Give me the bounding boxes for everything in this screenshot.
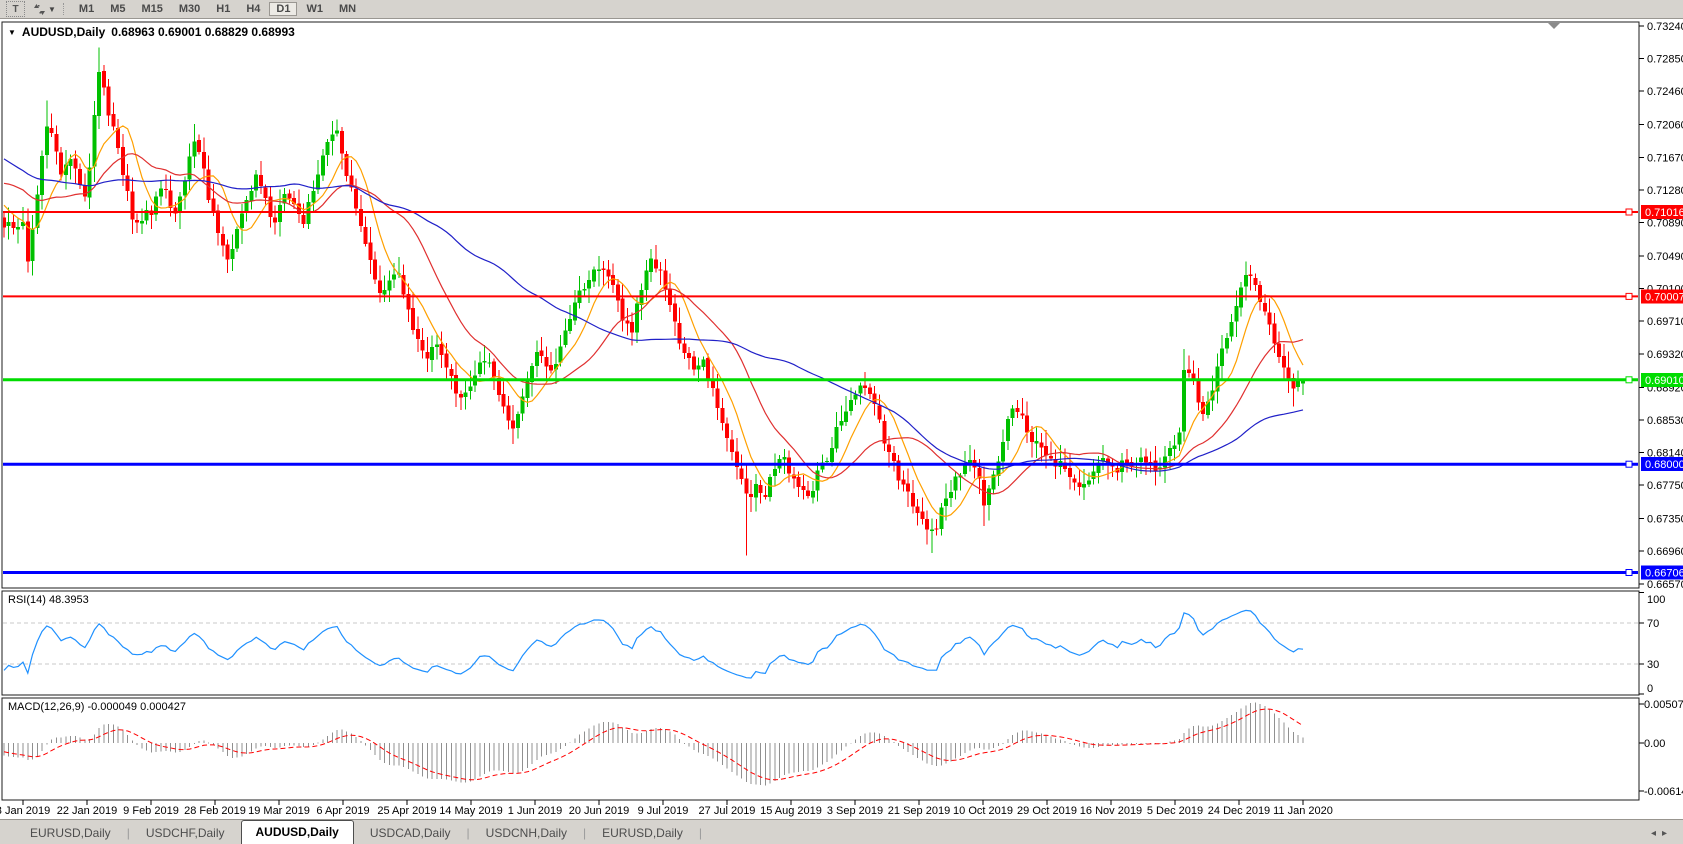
toolbar-grip — [63, 3, 64, 15]
rsi-tick-label: 30 — [1647, 659, 1659, 671]
symbol-tab-bar: EURUSD,Daily | USDCHF,Daily AUDUSD,Daily… — [0, 819, 1683, 844]
chevron-down-icon[interactable]: ▼ — [48, 5, 56, 14]
date-tick-label: 28 Feb 2019 — [184, 805, 246, 817]
hline-price-tag: 0.69010 — [1645, 375, 1683, 387]
macd-tick-label: -0.006148 — [1644, 786, 1683, 798]
symbol-dropdown-icon[interactable]: ▼ — [8, 28, 16, 37]
date-tick-label: 14 May 2019 — [439, 805, 503, 817]
rsi-tick-label: 70 — [1647, 618, 1659, 630]
date-tick-label: 16 Nov 2019 — [1080, 805, 1142, 817]
tab-scroll-left-icon: ◂ — [1651, 828, 1662, 839]
price-axis: 0.73240 0.72850 0.72460 0.72060 0.71670 0.712… — [1639, 21, 1683, 798]
tab-eurusd-1[interactable]: EURUSD,Daily — [14, 822, 127, 844]
tab-usdchf[interactable]: USDCHF,Daily — [130, 822, 241, 844]
main-chart-pane[interactable] — [2, 22, 1639, 588]
timeframe-m30-button[interactable]: M30 — [172, 2, 207, 16]
date-tick-label: 24 Dec 2019 — [1208, 805, 1270, 817]
tab-usdcnh[interactable]: USDCNH,Daily — [470, 822, 583, 844]
price-tick-label: 0.70490 — [1647, 251, 1683, 263]
date-tick-label: 1 Jun 2019 — [508, 805, 562, 817]
hline-handle[interactable] — [1626, 461, 1632, 467]
tab-eurusd-2[interactable]: EURUSD,Daily — [586, 822, 699, 844]
date-tick-label: 27 Jul 2019 — [699, 805, 756, 817]
hline-handle[interactable] — [1626, 570, 1632, 576]
date-tick-label: 5 Dec 2019 — [1147, 805, 1203, 817]
hline-handle[interactable] — [1626, 377, 1632, 383]
price-tick-label: 0.67350 — [1647, 514, 1683, 526]
rsi-tick-label: 0 — [1647, 683, 1653, 695]
price-tick-label: 0.70890 — [1647, 218, 1683, 230]
price-tick-label: 0.69320 — [1647, 349, 1683, 361]
hline-handle[interactable] — [1626, 293, 1632, 299]
date-tick-label: 9 Feb 2019 — [123, 805, 179, 817]
rsi-indicator-label: RSI(14) 48.3953 — [8, 594, 89, 606]
date-tick-label: 20 Jun 2019 — [569, 805, 630, 817]
timeframe-d1-button[interactable]: D1 — [269, 2, 297, 16]
hline-price-tag: 0.71016 — [1645, 207, 1683, 219]
price-tick-label: 0.71670 — [1647, 152, 1683, 164]
date-tick-label: 11 Jan 2020 — [1273, 805, 1333, 817]
date-tick-label: 21 Sep 2019 — [888, 805, 950, 817]
tab-separator: | — [699, 826, 702, 844]
hline-price-tag: 0.66706 — [1645, 567, 1683, 579]
mt4-window: { "toolbar": { "text_tool": "T", "timefr… — [0, 0, 1683, 844]
macd-tick-label: 0.00 — [1644, 738, 1665, 750]
price-tick-label: 0.66570 — [1647, 579, 1683, 591]
macd-indicator-label: MACD(12,26,9) -0.000049 0.000427 — [8, 701, 186, 713]
date-tick-label: 29 Oct 2019 — [1017, 805, 1077, 817]
macd-tick-label: 0.005076 — [1644, 699, 1683, 711]
top-toolbar: T ▼ M1 M5 M15 M30 H1 H4 D1 W1 MN — [0, 0, 1683, 19]
date-tick-label: 22 Jan 2019 — [57, 805, 118, 817]
symbol-label: AUDUSD,Daily — [22, 25, 105, 39]
chart-title: ▼ AUDUSD,Daily 0.68963 0.69001 0.68829 0… — [8, 25, 295, 39]
price-tick-label: 0.66960 — [1647, 546, 1683, 558]
date-tick-label: 25 Apr 2019 — [377, 805, 436, 817]
arrange-arrows-icon[interactable]: ▼ — [33, 3, 56, 16]
hline-price-tag: 0.68000 — [1645, 459, 1683, 471]
timeframe-w1-button[interactable]: W1 — [299, 2, 330, 16]
price-tick-label: 0.72460 — [1647, 86, 1683, 98]
tab-usdcad[interactable]: USDCAD,Daily — [354, 822, 467, 844]
tab-scroll-arrows[interactable]: ◂▸ — [1651, 828, 1673, 844]
price-tick-label: 0.72850 — [1647, 54, 1683, 66]
hline-price-tag: 0.70007 — [1645, 291, 1683, 303]
tab-scroll-right-icon: ▸ — [1662, 828, 1673, 839]
date-tick-label: 10 Oct 2019 — [953, 805, 1013, 817]
price-tick-label: 0.69710 — [1647, 316, 1683, 328]
price-tick-label: 0.71280 — [1647, 185, 1683, 197]
timeframe-mn-button[interactable]: MN — [332, 2, 363, 16]
tab-audusd-active[interactable]: AUDUSD,Daily — [241, 820, 354, 844]
macd-pane[interactable] — [2, 698, 1639, 800]
date-axis: 3 Jan 2019 22 Jan 2019 9 Feb 2019 28 Feb 20… — [0, 800, 1333, 817]
date-tick-label: 15 Aug 2019 — [760, 805, 822, 817]
price-tick-label: 0.72060 — [1647, 120, 1683, 132]
timeframe-h1-button[interactable]: H1 — [209, 2, 237, 16]
timeframe-m5-button[interactable]: M5 — [103, 2, 132, 16]
timeframe-h4-button[interactable]: H4 — [239, 2, 267, 16]
date-tick-label: 6 Apr 2019 — [316, 805, 369, 817]
date-tick-label: 3 Sep 2019 — [827, 805, 883, 817]
price-tick-label: 0.73240 — [1647, 21, 1683, 33]
price-tick-label: 0.67750 — [1647, 480, 1683, 492]
date-tick-label: 9 Jul 2019 — [638, 805, 689, 817]
timeframe-m1-button[interactable]: M1 — [72, 2, 101, 16]
ohlc-values: 0.68963 0.69001 0.68829 0.68993 — [111, 25, 295, 39]
chart-canvas[interactable]: 0.73240 0.72850 0.72460 0.72060 0.71670 0.712… — [0, 0, 1683, 844]
timeframe-m15-button[interactable]: M15 — [134, 2, 169, 16]
text-tool-icon[interactable]: T — [6, 1, 25, 17]
hline-handle[interactable] — [1626, 209, 1632, 215]
price-tick-label: 0.68530 — [1647, 415, 1683, 427]
rsi-tick-label: 100 — [1647, 594, 1665, 606]
date-tick-label: 19 Mar 2019 — [248, 805, 310, 817]
date-tick-label: 3 Jan 2019 — [0, 805, 50, 817]
